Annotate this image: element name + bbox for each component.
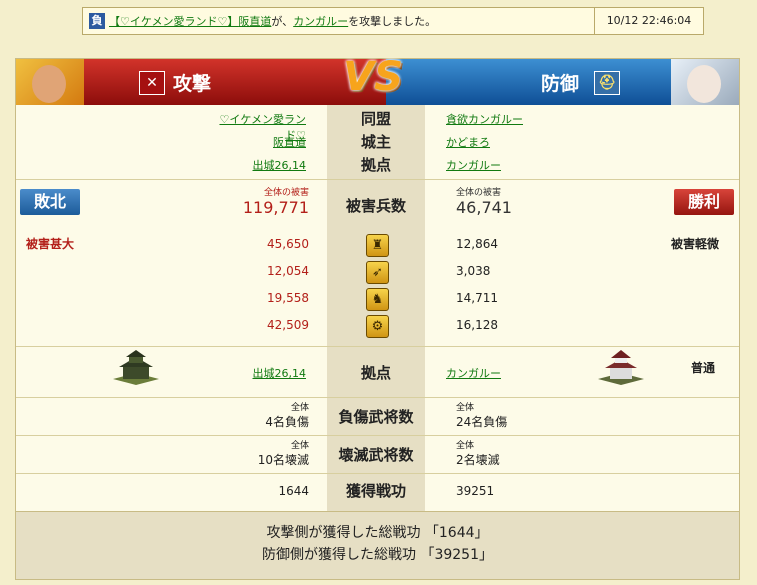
spearman-icon: ♜ (366, 234, 389, 257)
attacker-base-link[interactable]: 出城26,14 (216, 157, 307, 173)
attack-label: 攻撃 (173, 73, 212, 95)
merit-label: 獲得戦功 (345, 482, 406, 500)
defender-damage-total: 全体の被害 46,741 (456, 188, 512, 217)
merit-summary: 攻撃側が獲得した総戦功 「1644」 防御側が獲得した総戦功 「39251」 (16, 511, 739, 579)
attacker-alliance-link[interactable]: 【♡イケメン愛ランド♡】 (109, 15, 238, 28)
notice-timestamp: 10/12 22:46:04 (594, 8, 703, 34)
base-label: 拠点 (360, 364, 391, 382)
battle-header: ✕ 攻撃 防御 ⛑ VS (16, 54, 739, 105)
attacker-destroyed: 全体 10名壊滅 (257, 441, 309, 467)
attacker-wounded: 全体 4名負傷 (265, 403, 309, 429)
attacker-bow-loss: 12,054 (267, 264, 309, 278)
crossed-swords-icon: ✕ (139, 71, 165, 95)
battle-notice: 負 【♡イケメン愛ランド♡】阪直道が、カンガルーを攻撃しました。 10/12 2… (82, 7, 704, 35)
defender-siege-loss: 16,128 (456, 318, 498, 332)
defender-portrait (671, 59, 739, 105)
victory-badge: 勝利 (674, 189, 734, 215)
defeat-badge: 負 (89, 13, 105, 29)
defender-alliance-link[interactable]: 貪欲カンガルー (446, 111, 523, 127)
defender-destroyed: 全体 2名壊滅 (456, 441, 500, 467)
attacker-spear-loss: 45,650 (267, 237, 309, 251)
defender-base-link[interactable]: カンガルー (446, 365, 501, 381)
defender-lord-link[interactable]: かどまろ (446, 134, 490, 150)
attacker-castle-icon (111, 349, 161, 385)
divider (16, 435, 739, 436)
attacker-damage-total: 全体の被害 119,771 (242, 188, 309, 217)
defender-wounded: 全体 24名負傷 (456, 403, 508, 429)
base-label: 拠点 (360, 156, 391, 174)
attacker-base-link[interactable]: 出城26,14 (216, 365, 307, 381)
wounded-label: 負傷武将数 (338, 408, 414, 426)
defender-merit-summary: 防御側が獲得した総戦功 「39251」 (262, 547, 493, 563)
notice-message: 【♡イケメン愛ランド♡】阪直道が、カンガルーを攻撃しました。 (109, 15, 437, 28)
siege-icon: ⚙ (366, 315, 389, 338)
defeat-badge: 敗北 (20, 189, 80, 215)
divider (16, 473, 739, 474)
defender-base-link[interactable]: カンガルー (446, 157, 501, 173)
divider (16, 179, 739, 180)
attacker-lord-link[interactable]: 阪直道 (216, 134, 306, 150)
defender-horse-loss: 14,711 (456, 291, 498, 305)
attacker-merit-summary: 攻撃側が獲得した総戦功 「1644」 (266, 525, 489, 541)
bow-icon: ➶ (366, 261, 389, 284)
target-link[interactable]: カンガルー (293, 15, 348, 28)
defender-castle-icon (596, 349, 646, 385)
defender-base-status: 普通 (691, 361, 716, 375)
attacker-siege-loss: 42,509 (267, 318, 309, 332)
defender-spear-loss: 12,864 (456, 237, 498, 251)
divider (16, 397, 739, 398)
attacker-merit: 1644 (278, 484, 309, 498)
battle-report-panel: ✕ 攻撃 防御 ⛑ VS ♡イケメン愛ランド♡ 同盟 貪欲カンガルー 阪直道 城… (15, 54, 740, 580)
defender-merit: 39251 (456, 484, 495, 498)
vs-emblem: VS (343, 54, 403, 100)
helmet-icon: ⛑ (594, 71, 620, 95)
defender-bow-loss: 3,038 (456, 264, 491, 278)
attacker-link[interactable]: 阪直道 (238, 15, 271, 28)
destroyed-label: 壊滅武将数 (338, 446, 414, 464)
attacker-horse-loss: 19,558 (267, 291, 309, 305)
horse-icon: ♞ (366, 288, 389, 311)
damage-label: 被害兵数 (345, 197, 406, 215)
lord-label: 城主 (360, 133, 391, 151)
divider (16, 346, 739, 347)
defender-severity: 被害軽微 (671, 237, 720, 251)
attacker-portrait (16, 59, 84, 105)
defense-label: 防御 (541, 73, 580, 95)
alliance-label: 同盟 (360, 110, 391, 128)
attacker-severity: 被害甚大 (26, 237, 75, 251)
